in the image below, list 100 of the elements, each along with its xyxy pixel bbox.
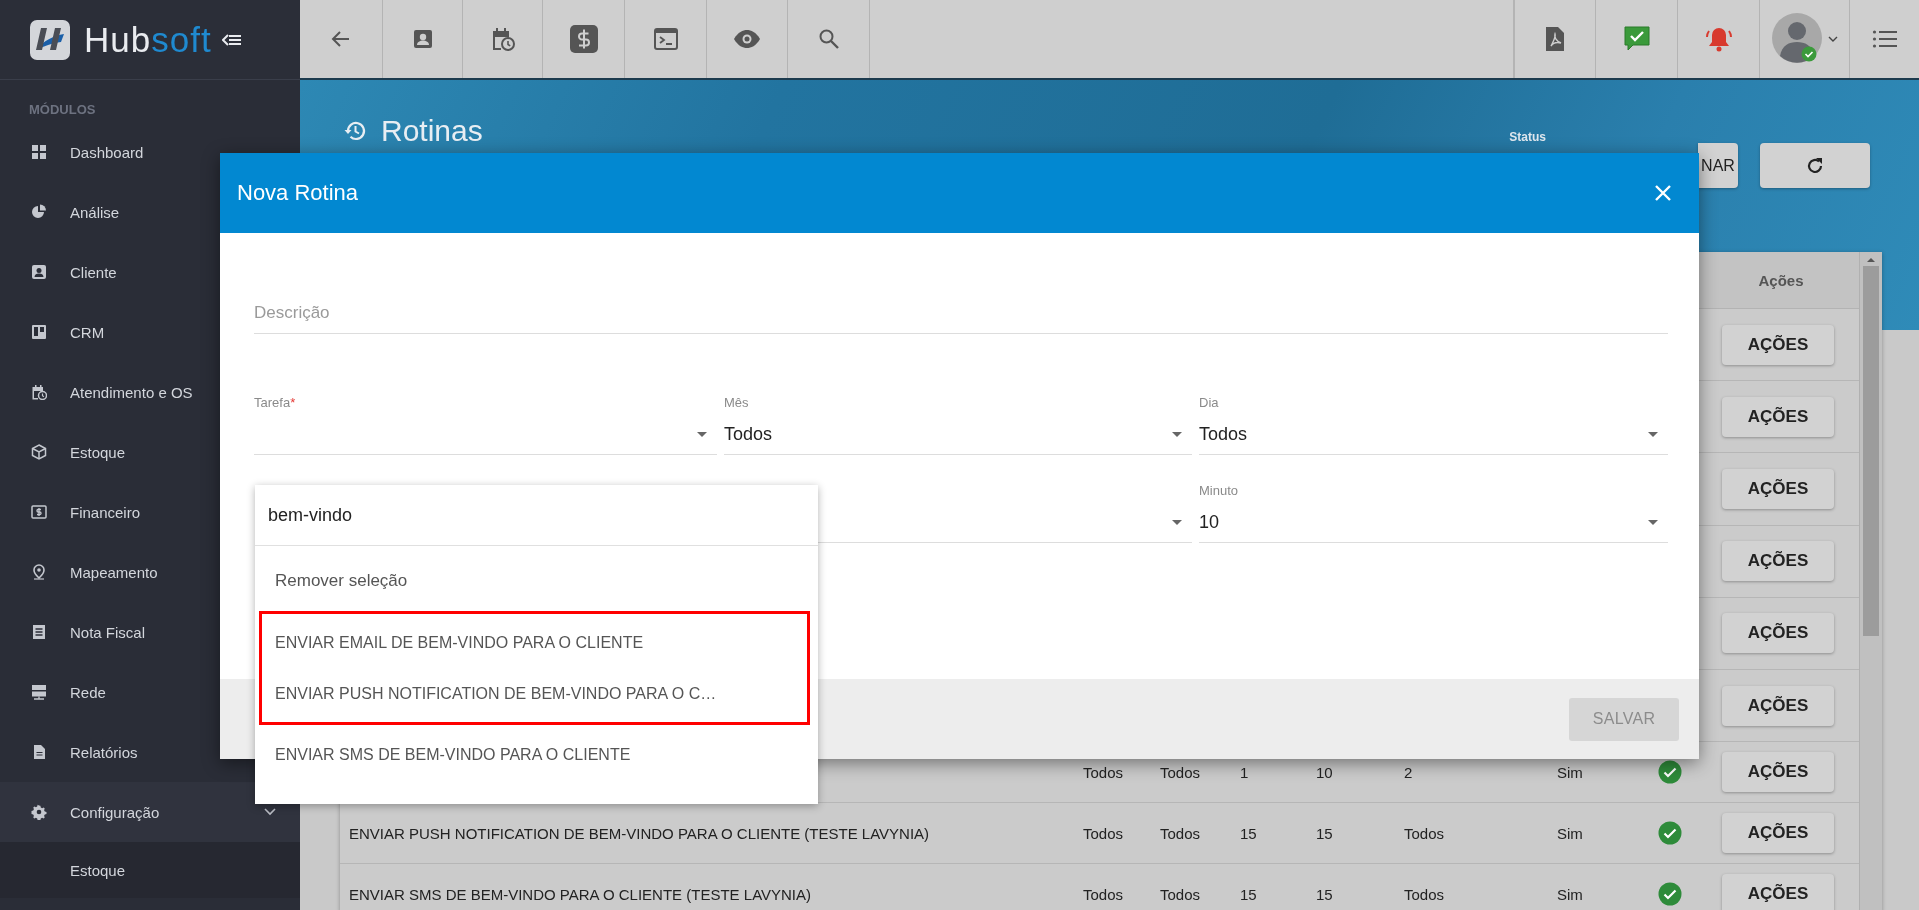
sidebar-item[interactable]: Cliente	[0, 242, 220, 302]
sidebar-item[interactable]: Mapeamento	[0, 542, 220, 602]
pdf-icon	[1544, 26, 1566, 52]
dropdown-option[interactable]: ENVIAR SMS DE BEM-VINDO PARA O CLIENTE	[255, 725, 818, 785]
sidebar-item[interactable]: Análise	[0, 182, 220, 242]
money-icon	[31, 504, 47, 520]
table-cell-text: Todos	[1083, 763, 1125, 781]
actions-button[interactable]: AÇÕES	[1722, 874, 1834, 910]
caret-icon	[1827, 35, 1838, 43]
eye-icon	[733, 29, 761, 49]
table-cell-text: Todos	[1083, 885, 1125, 903]
terminal-icon	[652, 27, 679, 51]
sidebar-item[interactable]: Configuração	[0, 782, 300, 842]
dropdown-option[interactable]: ENVIAR PUSH NOTIFICATION DE BEM-VINDO PARA O C…	[262, 668, 807, 719]
table-cell-text: ENVIAR PUSH NOTIFICATION DE BEM-VINDO PARA O CLIENTE (TESTE LAVYNIA)	[349, 824, 931, 842]
refresh-icon	[1805, 155, 1825, 176]
sidebar-subitem[interactable]: Estoque	[0, 842, 300, 898]
table-cell-text: Todos	[1160, 763, 1202, 781]
caret-icon	[1172, 431, 1182, 438]
history-icon	[343, 119, 367, 143]
table-cell-text: Todos	[1160, 824, 1202, 842]
table-cell-text: 10	[1316, 763, 1334, 781]
field-label: Tarefa*	[254, 395, 296, 410]
cube-icon	[31, 444, 47, 460]
contact-icon	[31, 264, 47, 280]
field-label: Mês	[724, 395, 749, 410]
status-label: Status	[1509, 130, 1546, 144]
table-cell-text: Todos	[1160, 885, 1202, 903]
table-cell-text: Sim	[1557, 885, 1584, 903]
sidebar-item[interactable]: Nota Fiscal	[0, 602, 220, 662]
table-cell-text: 15	[1240, 824, 1258, 842]
caret-icon	[1172, 519, 1182, 526]
chevron-icon	[264, 808, 276, 816]
actions-button[interactable]: AÇÕES	[1722, 613, 1834, 654]
page-title: Rotinas	[381, 114, 483, 148]
actions-button[interactable]: AÇÕES	[1722, 752, 1834, 793]
logo-icon	[30, 19, 70, 60]
select-field[interactable]: Minuto 10	[1199, 479, 1668, 543]
select-field[interactable]: Tarefa*	[254, 391, 717, 455]
caret-icon	[697, 431, 707, 438]
calendar-clock-icon	[31, 384, 47, 400]
bell-icon	[1703, 25, 1734, 53]
sidebar-item[interactable]: Dashboard	[0, 122, 220, 182]
chat-check-icon	[1622, 25, 1651, 53]
field-label: Dia	[1199, 395, 1219, 410]
caret-icon	[1648, 519, 1658, 526]
table-cell-text: 1	[1240, 763, 1250, 781]
document-icon	[31, 624, 47, 640]
field-label: Minuto	[1199, 483, 1239, 498]
pie-chart-icon	[31, 204, 47, 220]
table-cell-text: Todos	[1404, 885, 1446, 903]
dialog-title: Nova Rotina	[237, 180, 359, 206]
column-header: Ações	[1757, 271, 1805, 289]
close-icon[interactable]	[1654, 184, 1672, 202]
search-icon	[817, 28, 840, 50]
avatar-icon	[1771, 13, 1824, 65]
table-cell-text: Todos	[1404, 824, 1446, 842]
caret-icon	[1648, 431, 1658, 438]
actions-button[interactable]: AÇÕES	[1722, 468, 1834, 509]
sidebar-item[interactable]: Atendimento e OS	[0, 362, 220, 422]
collapse-icon[interactable]	[221, 32, 242, 47]
table-cell-text: 15	[1316, 885, 1334, 903]
sidebar-item[interactable]: CRM	[0, 302, 220, 362]
contact-icon	[411, 28, 434, 50]
table-cell-text: 2	[1404, 763, 1414, 781]
actions-button[interactable]: AÇÕES	[1722, 324, 1834, 365]
table-cell-text: Todos	[1083, 824, 1125, 842]
gear-icon	[31, 804, 47, 820]
sidebar-item[interactable]: Rede	[0, 662, 220, 722]
table-cell-text: Sim	[1557, 763, 1584, 781]
table-cell-text: ENVIAR SMS DE BEM-VINDO PARA O CLIENTE (TESTE LAVYNIA)	[349, 885, 813, 903]
dollar-icon	[568, 24, 599, 54]
description-field[interactable]: Descrição	[254, 303, 1668, 323]
actions-button[interactable]: AÇÕES	[1722, 813, 1834, 854]
menu-icon	[1871, 29, 1898, 49]
scrollbar[interactable]	[1859, 252, 1882, 910]
actions-button[interactable]: AÇÕES	[1722, 396, 1834, 437]
dropdown-option[interactable]: ENVIAR EMAIL DE BEM-VINDO PARA O CLIENTE	[262, 617, 807, 668]
select-field[interactable]: Mês Todos	[724, 391, 1192, 455]
actions-button[interactable]: AÇÕES	[1722, 541, 1834, 582]
sidebar-heading: MÓDULOS	[28, 101, 97, 119]
table-cell-text: Sim	[1557, 824, 1584, 842]
brand-logo: Hubsoft	[84, 22, 212, 57]
map-pin-icon	[31, 564, 47, 580]
table-cell-text: 15	[1240, 885, 1258, 903]
header-button[interactable]: NAR	[1698, 143, 1738, 188]
server-icon	[31, 684, 47, 700]
select-field[interactable]: Dia Todos	[1199, 391, 1668, 455]
scroll-up-icon	[1866, 256, 1876, 264]
board-icon	[31, 324, 47, 340]
table-cell-text: 15	[1316, 824, 1334, 842]
file-icon	[31, 744, 47, 760]
grid-icon	[31, 144, 47, 160]
field-value: Todos	[1199, 424, 1248, 445]
field-value: Todos	[724, 424, 773, 445]
dropdown-option[interactable]: Remover seleção	[255, 551, 818, 611]
sidebar-item[interactable]: Relatórios	[0, 722, 220, 782]
sidebar-item[interactable]: Financeiro	[0, 482, 220, 542]
actions-button[interactable]: AÇÕES	[1722, 685, 1834, 726]
sidebar-item[interactable]: Estoque	[0, 422, 220, 482]
